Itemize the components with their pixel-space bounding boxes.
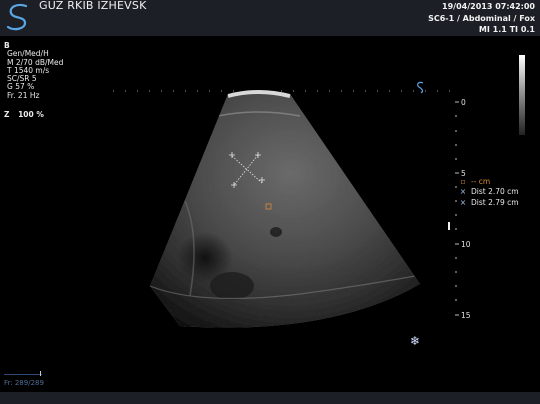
footer-bar (0, 392, 540, 404)
ultrasound-image[interactable] (0, 36, 540, 392)
depth-label: 0 (461, 98, 466, 107)
liver-scan-sector (150, 90, 420, 328)
manufacturer-logo-icon (5, 2, 31, 36)
text-cursor (448, 222, 450, 230)
snowflake-icon[interactable]: ❄ (410, 334, 420, 348)
frame-counter: Fr: 289/289 (4, 379, 44, 387)
grayscale-bar (519, 55, 525, 135)
header-bar: GUZ RKIB IZHEVSK 19/04/2013 07:42:00 SC6… (0, 0, 540, 36)
measurement-legend-item: × Dist 2.70 cm (458, 187, 519, 196)
depth-label: 10 (461, 240, 471, 249)
depth-label: 15 (461, 311, 471, 320)
safety-indices: MI 1.1 TI 0.1 (478, 25, 535, 34)
cine-position-tick[interactable] (40, 371, 41, 376)
exam-meta: 19/04/2013 07:42:00 SC6-1 / Abdominal / … (428, 1, 535, 36)
probe-preset: SC6-1 / Abdominal / Fox (428, 13, 535, 23)
point-marker-icon: ▫ (460, 177, 466, 186)
probe-orientation-icon (417, 81, 424, 94)
measurement-value: Dist 2.79 cm (471, 198, 519, 207)
measurement-value: -- cm (471, 177, 491, 186)
depth-scale (455, 101, 459, 316)
caliper-icon: × (459, 198, 467, 207)
measurement-value: Dist 2.70 cm (471, 187, 519, 196)
exam-datetime: 19/04/2013 07:42:00 (442, 2, 535, 11)
measurement-legend-item: ▫ -- cm (458, 177, 490, 186)
cine-progress-bar[interactable] (4, 374, 42, 375)
clinic-name: GUZ RKIB IZHEVSK (39, 0, 147, 12)
measurement-legend-item: × Dist 2.79 cm (458, 198, 519, 207)
caliper-icon: × (459, 187, 467, 196)
